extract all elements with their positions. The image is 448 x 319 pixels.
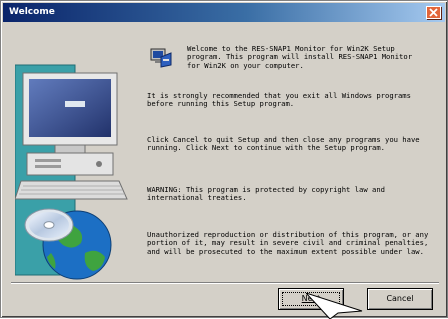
copyright-warning-text: WARNING: This program is protected by co…	[147, 185, 385, 203]
intro-text: Welcome to the RES-SNAP1 Monitor for Win…	[187, 44, 413, 70]
welcome-content: Welcome to the RES-SNAP1 Monitor for Win…	[137, 33, 437, 278]
close-icon	[429, 8, 438, 17]
unauthorized-notice-text: Unauthorized reproduction or distributio…	[147, 230, 429, 256]
computer-illustration	[15, 64, 128, 280]
cancel-button[interactable]: Cancel	[367, 288, 433, 310]
instructions-text: Click Cancel to quit Setup and then clos…	[147, 135, 420, 153]
cancel-button-label: Cancel	[386, 294, 414, 303]
close-button[interactable]	[426, 6, 441, 19]
exit-programs-text: It is strongly recommended that you exit…	[147, 91, 411, 109]
setup-welcome-dialog: Welcome Welcome to the RES-SNAP1 Monitor…	[0, 0, 448, 319]
title-bar[interactable]: Welcome	[3, 3, 445, 22]
setup-icon	[150, 48, 172, 68]
mouse-cursor-icon	[306, 293, 363, 319]
window-title: Welcome	[9, 7, 55, 17]
button-separator	[11, 282, 439, 284]
